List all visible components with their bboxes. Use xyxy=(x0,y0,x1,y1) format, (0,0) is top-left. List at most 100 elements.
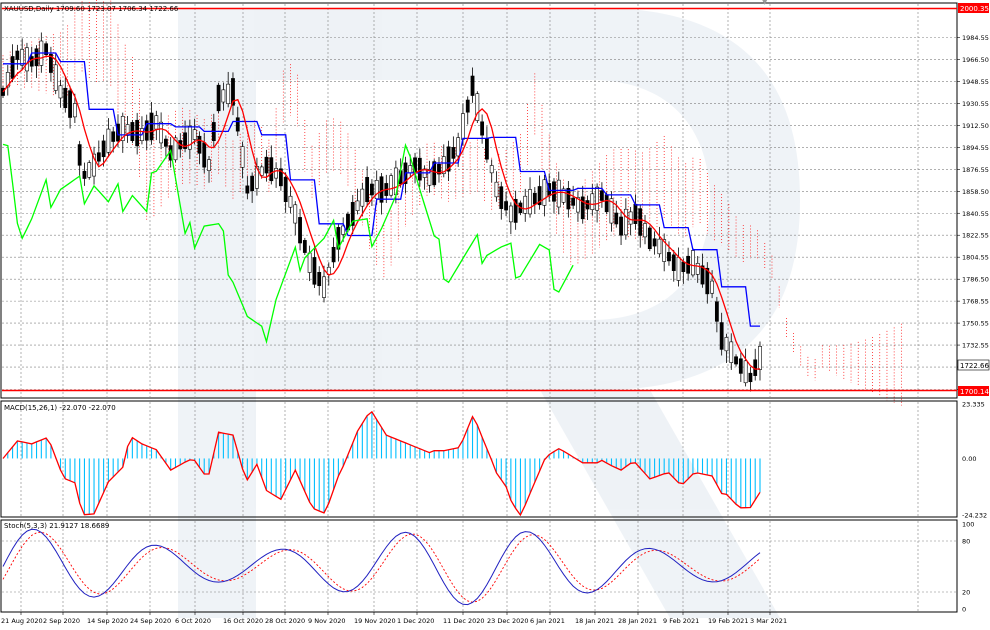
x-tick-label: 24 Sep 2020 xyxy=(130,617,171,625)
x-tick-label: 3 Mar 2021 xyxy=(750,617,787,625)
candle-body xyxy=(494,181,499,198)
y-tick-label: 1768.55 xyxy=(962,298,989,306)
candle-body xyxy=(192,129,197,140)
candle-body xyxy=(312,257,317,285)
macd-tick-label: 0.00 xyxy=(962,455,976,463)
candle-body xyxy=(163,138,168,147)
candle-body xyxy=(619,216,623,236)
candle-body xyxy=(111,131,116,142)
candle-body xyxy=(681,261,686,272)
candle-body xyxy=(298,217,302,244)
candle-body xyxy=(317,272,322,287)
x-tick-label: 16 Oct 2020 xyxy=(223,617,263,625)
lower-level-tag: 1700.14 xyxy=(958,386,989,396)
macd-tick-label: 23.335 xyxy=(962,401,985,409)
candle-body xyxy=(652,238,657,247)
svg-text:2000.35: 2000.35 xyxy=(960,5,989,13)
candle-body xyxy=(604,194,609,213)
trading-chart[interactable]: 1984.55 1966.50 1948.55 1930.55 1912.50 1894.… xyxy=(0,0,990,630)
y-tick-label: 1786.50 xyxy=(962,276,989,284)
candle-body xyxy=(638,208,643,236)
svg-text:1700.14: 1700.14 xyxy=(960,388,989,396)
candle-body xyxy=(360,188,365,207)
candle-body xyxy=(274,168,278,179)
candle-body xyxy=(580,196,585,220)
stoch-tick-label: 0 xyxy=(962,606,966,614)
candle-body xyxy=(528,189,532,215)
candle-body xyxy=(748,372,753,383)
candle-body xyxy=(758,346,762,370)
y-tick-label: 1966.50 xyxy=(962,56,989,64)
candle-body xyxy=(63,87,68,109)
candle-body xyxy=(595,186,600,211)
candle-body xyxy=(556,179,561,208)
candle-body xyxy=(25,47,29,72)
candle-body xyxy=(417,157,422,181)
candle-body xyxy=(264,156,269,174)
y-tick-label: 1840.55 xyxy=(962,210,989,218)
x-tick-label: 28 Oct 2020 xyxy=(265,617,305,625)
candle-body xyxy=(72,103,77,118)
x-tick-label: 6 Jan 2021 xyxy=(530,617,565,625)
candle-body xyxy=(355,200,360,211)
x-tick-label: 23 Dec 2020 xyxy=(487,617,529,625)
candle-body xyxy=(504,201,508,211)
candle-body xyxy=(307,252,312,273)
candle-body xyxy=(101,140,106,158)
candle-body xyxy=(691,250,695,276)
candle-body xyxy=(77,144,82,166)
x-tick-label: 28 Jan 2021 xyxy=(618,617,657,625)
y-tick-label: 1822.55 xyxy=(962,232,989,240)
candle-body xyxy=(106,128,111,153)
candle-body xyxy=(614,212,619,225)
stoch-tick-label: 80 xyxy=(962,538,970,546)
y-tick-label: 1948.55 xyxy=(962,78,989,86)
candle-body xyxy=(542,179,547,206)
candle-body xyxy=(34,48,39,67)
candle-body xyxy=(207,159,211,171)
y-tick-label: 1912.50 xyxy=(962,122,989,130)
candle-body xyxy=(250,175,255,192)
x-tick-label: 14 Sep 2020 xyxy=(87,617,128,625)
current-price-tag: 1722.66 xyxy=(957,359,989,371)
candle-body xyxy=(508,205,513,223)
y-tick-label: 1858.50 xyxy=(962,188,989,196)
x-tick-label: 9 Nov 2020 xyxy=(308,617,346,625)
candle-body xyxy=(283,177,288,203)
candle-body xyxy=(628,211,633,225)
candle-body xyxy=(221,89,226,103)
candle-body xyxy=(465,99,470,113)
candle-body xyxy=(365,177,370,203)
candle-body xyxy=(695,263,700,275)
y-tick-label: 1984.55 xyxy=(962,34,989,42)
x-tick-label: 19 Feb 2021 xyxy=(708,617,748,625)
candle-body xyxy=(566,187,571,210)
candle-body xyxy=(590,193,595,210)
candle-body xyxy=(58,85,63,99)
upper-level-tag: 2000.35 xyxy=(958,3,989,13)
candle-body xyxy=(149,112,154,141)
candle-body xyxy=(10,56,15,79)
candle-body xyxy=(379,176,384,203)
chevron-down-icon[interactable]: ▼ xyxy=(762,0,768,6)
y-tick-label: 1750.55 xyxy=(962,320,989,328)
x-tick-label: 11 Dec 2020 xyxy=(443,617,485,625)
candle-body xyxy=(389,175,393,196)
y-tick-label: 1894.55 xyxy=(962,144,989,152)
candle-body xyxy=(599,190,604,201)
candle-body xyxy=(571,197,576,206)
candle-body xyxy=(743,360,748,384)
candle-body xyxy=(532,192,537,205)
stoch-tick-label: 20 xyxy=(962,589,970,597)
candle-body xyxy=(245,185,250,194)
candle-body xyxy=(633,203,638,224)
svg-text:1722.66: 1722.66 xyxy=(960,362,989,370)
candle-body xyxy=(197,135,202,154)
candle-body xyxy=(719,322,724,350)
candle-body xyxy=(643,223,647,238)
candle-body xyxy=(269,157,274,182)
macd-tick-label: -24.232 xyxy=(962,512,987,520)
candle-body xyxy=(523,195,528,214)
candle-body xyxy=(135,119,140,147)
candle-body xyxy=(585,200,590,210)
